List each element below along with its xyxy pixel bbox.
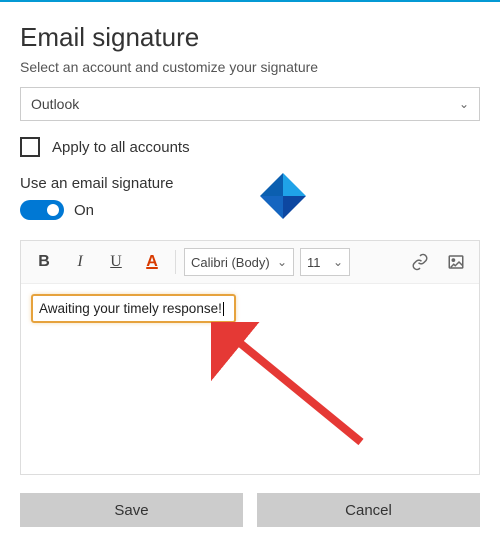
use-signature-label: Use an email signature	[20, 175, 480, 192]
image-icon[interactable]	[441, 247, 471, 277]
use-signature-toggle[interactable]	[20, 200, 64, 220]
watermark-logo	[260, 173, 306, 219]
chevron-down-icon: ⌄	[277, 255, 287, 269]
font-family-value: Calibri (Body)	[191, 255, 270, 270]
apply-all-checkbox[interactable]	[20, 137, 40, 157]
signature-text: Awaiting your timely response!	[39, 301, 222, 316]
page-title: Email signature	[20, 22, 480, 53]
account-select[interactable]: Outlook ⌄	[20, 87, 480, 121]
use-signature-state: On	[74, 202, 94, 219]
font-family-select[interactable]: Calibri (Body) ⌄	[184, 248, 294, 276]
annotation-arrow-icon	[211, 322, 381, 462]
save-button[interactable]: Save	[20, 493, 243, 527]
page-subtitle: Select an account and customize your sig…	[20, 59, 480, 75]
toolbar-separator	[175, 250, 176, 274]
account-select-value: Outlook	[31, 96, 79, 112]
signature-text-highlight: Awaiting your timely response!	[31, 294, 236, 323]
italic-button[interactable]: I	[65, 247, 95, 277]
editor-body[interactable]: Awaiting your timely response!	[21, 284, 479, 474]
apply-all-label: Apply to all accounts	[52, 139, 190, 156]
signature-editor: B I U A Calibri (Body) ⌄ 11 ⌄	[20, 240, 480, 475]
link-icon[interactable]	[405, 247, 435, 277]
editor-toolbar: B I U A Calibri (Body) ⌄ 11 ⌄	[21, 241, 479, 284]
chevron-down-icon: ⌄	[459, 97, 469, 111]
font-size-select[interactable]: 11 ⌄	[300, 248, 350, 276]
font-color-button[interactable]: A	[137, 247, 167, 277]
chevron-down-icon: ⌄	[333, 255, 343, 269]
cancel-button[interactable]: Cancel	[257, 493, 480, 527]
font-size-value: 11	[307, 255, 321, 270]
underline-button[interactable]: U	[101, 247, 131, 277]
bold-button[interactable]: B	[29, 247, 59, 277]
